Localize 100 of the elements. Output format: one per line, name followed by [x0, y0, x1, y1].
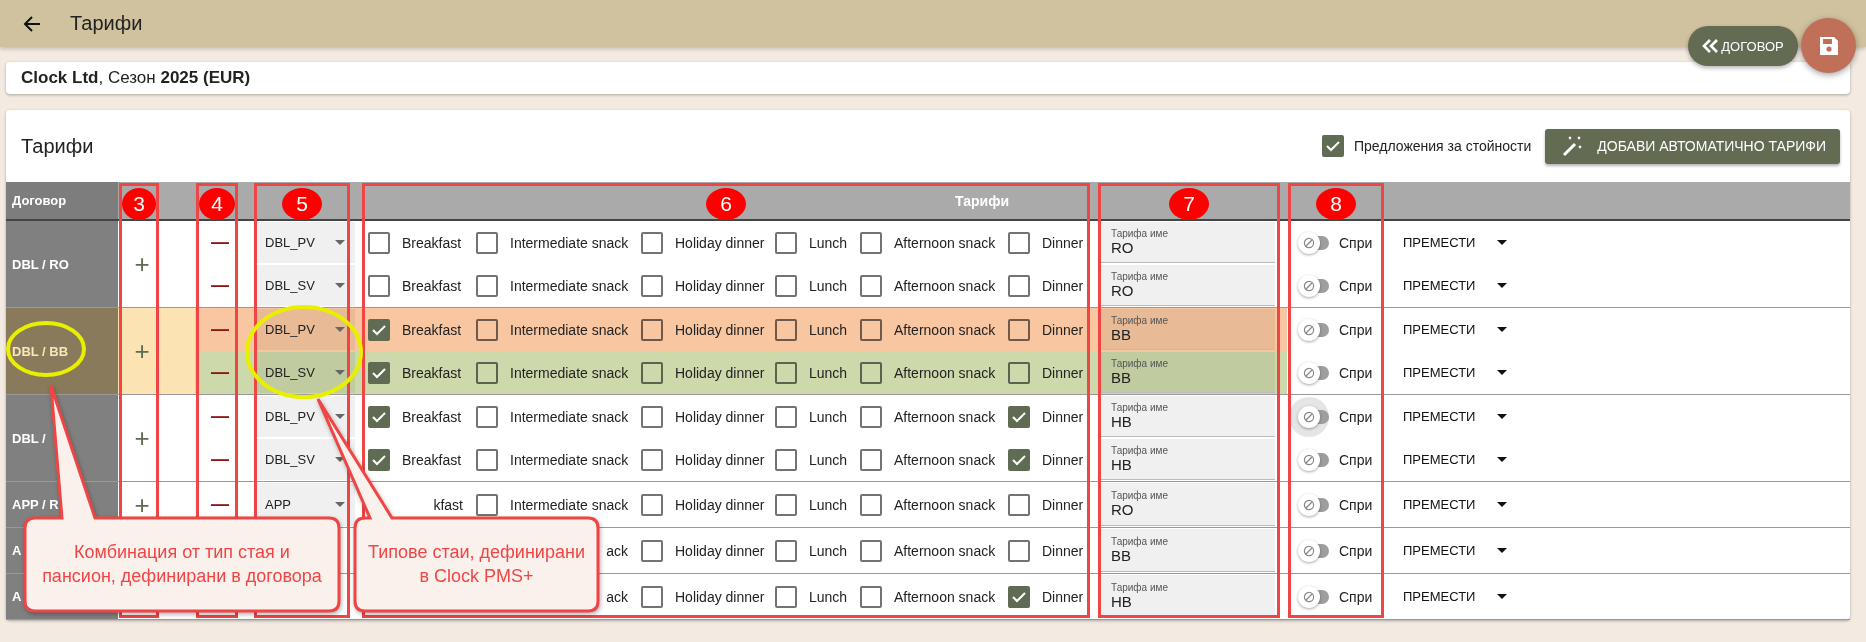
- remove-button[interactable]: —: [211, 406, 229, 427]
- remove-button[interactable]: —: [211, 319, 229, 340]
- auto-rates-button[interactable]: ДОБАВИ АВТОМАТИЧНО ТАРИФИ: [1545, 128, 1840, 164]
- checkbox-label: Breakfast: [402, 364, 462, 381]
- move-dropdown[interactable]: ПРЕМЕСТИ: [1403, 231, 1508, 254]
- remove-button[interactable]: —: [211, 275, 229, 296]
- rate-name-field[interactable]: Тарифа име BB: [1101, 352, 1275, 393]
- checkbox-label: Intermediate snack: [510, 321, 629, 338]
- move-dropdown[interactable]: ПРЕМЕСТИ: [1403, 493, 1508, 516]
- checkbox[interactable]: [1008, 539, 1030, 562]
- checkbox-label: Dinner: [1042, 588, 1084, 605]
- checkbox[interactable]: [368, 231, 390, 254]
- checkbox[interactable]: [860, 539, 882, 562]
- checkbox[interactable]: [1008, 448, 1030, 471]
- checkbox[interactable]: [1008, 274, 1030, 297]
- remove-button[interactable]: —: [211, 232, 229, 253]
- remove-button[interactable]: —: [211, 494, 229, 515]
- blocked-icon: [1303, 498, 1315, 511]
- checkbox[interactable]: [368, 274, 390, 297]
- field-label: Тарифа име: [1111, 445, 1169, 456]
- checkbox[interactable]: [641, 585, 663, 608]
- checkbox[interactable]: [641, 231, 663, 254]
- checkbox[interactable]: [476, 448, 498, 471]
- rate-name-field[interactable]: Тарифа име RO: [1101, 222, 1275, 263]
- checkbox[interactable]: [641, 405, 663, 428]
- checkbox[interactable]: [476, 405, 498, 428]
- caret-icon: [1497, 283, 1508, 288]
- field-label: Тарифа име: [1111, 490, 1169, 501]
- checkbox[interactable]: [860, 361, 882, 384]
- caret-icon: [335, 283, 345, 288]
- checkbox[interactable]: [641, 361, 663, 384]
- checkbox[interactable]: [860, 493, 882, 516]
- checkbox[interactable]: [1008, 585, 1030, 608]
- checkbox[interactable]: [775, 231, 797, 254]
- room-select[interactable]: DBL_PV: [255, 396, 355, 437]
- checkbox[interactable]: [860, 405, 882, 428]
- add-button[interactable]: +: [129, 425, 155, 451]
- callout-text: Типове стаи, дефинирани в Clock PMS+: [367, 541, 586, 588]
- room-select[interactable]: DBL_SV: [255, 352, 355, 393]
- checkbox[interactable]: [476, 361, 498, 384]
- field-value: BB: [1111, 326, 1132, 343]
- checkbox[interactable]: [775, 493, 797, 516]
- add-button[interactable]: +: [129, 491, 155, 518]
- room-select[interactable]: DBL_SV: [255, 265, 355, 306]
- add-button[interactable]: +: [129, 251, 155, 277]
- checkbox[interactable]: [641, 274, 663, 297]
- checkbox[interactable]: [860, 274, 882, 297]
- checkbox[interactable]: [641, 318, 663, 341]
- room-select[interactable]: DBL_PV: [255, 309, 355, 350]
- rate-name-field[interactable]: Тарифа име RO: [1101, 265, 1275, 306]
- checkbox[interactable]: [860, 318, 882, 341]
- checkbox[interactable]: [368, 405, 390, 428]
- checkbox[interactable]: [476, 493, 498, 516]
- checkbox[interactable]: [775, 318, 797, 341]
- move-dropdown[interactable]: ПРЕМЕСТИ: [1403, 361, 1508, 384]
- rate-name-field[interactable]: Тарифа име BB: [1101, 309, 1275, 350]
- rate-name-field[interactable]: Тарифа име BB: [1101, 529, 1275, 572]
- remove-button[interactable]: —: [211, 362, 229, 383]
- rate-name-field[interactable]: Тарифа име HB: [1101, 575, 1275, 618]
- checkbox[interactable]: [641, 448, 663, 471]
- checkbox[interactable]: [368, 318, 390, 341]
- checkbox[interactable]: [1008, 405, 1030, 428]
- rate-name-field[interactable]: Тарифа име RO: [1101, 483, 1275, 526]
- checkbox-label: Afternoon snack: [894, 321, 996, 338]
- checkbox[interactable]: [860, 585, 882, 608]
- checkbox[interactable]: [1008, 493, 1030, 516]
- move-dropdown[interactable]: ПРЕМЕСТИ: [1403, 539, 1508, 562]
- checkbox[interactable]: [476, 231, 498, 254]
- checkbox[interactable]: [476, 318, 498, 341]
- checkbox[interactable]: [860, 448, 882, 471]
- checkbox-label: Lunch: [809, 408, 848, 425]
- add-button[interactable]: +: [129, 338, 155, 364]
- move-dropdown[interactable]: ПРЕМЕСТИ: [1403, 448, 1508, 471]
- checkbox[interactable]: [1321, 135, 1344, 157]
- checkbox[interactable]: [476, 274, 498, 297]
- move-dropdown[interactable]: ПРЕМЕСТИ: [1403, 318, 1508, 341]
- checkbox[interactable]: [641, 539, 663, 562]
- checkbox[interactable]: [368, 361, 390, 384]
- checkbox[interactable]: [775, 539, 797, 562]
- rate-name-field[interactable]: Тарифа име HB: [1101, 439, 1275, 480]
- checkbox[interactable]: [1008, 361, 1030, 384]
- move-dropdown[interactable]: ПРЕМЕСТИ: [1403, 405, 1508, 428]
- checkbox[interactable]: [1008, 231, 1030, 254]
- checkbox[interactable]: [368, 448, 390, 471]
- remove-button[interactable]: —: [211, 449, 229, 470]
- checkbox[interactable]: [775, 361, 797, 384]
- room-select[interactable]: DBL_PV: [255, 222, 355, 263]
- move-dropdown[interactable]: ПРЕМЕСТИ: [1403, 274, 1508, 297]
- contract-button[interactable]: ДОГОВОР: [1688, 26, 1798, 66]
- checkbox[interactable]: [860, 231, 882, 254]
- checkbox[interactable]: [641, 493, 663, 516]
- move-dropdown[interactable]: ПРЕМЕСТИ: [1403, 585, 1508, 608]
- checkbox[interactable]: [775, 274, 797, 297]
- checkbox[interactable]: [775, 585, 797, 608]
- rate-name-field[interactable]: Тарифа име HB: [1101, 396, 1275, 437]
- checkbox[interactable]: [775, 405, 797, 428]
- checkbox[interactable]: [1008, 318, 1030, 341]
- checkbox[interactable]: [775, 448, 797, 471]
- toggle-switch[interactable]: [1289, 396, 1329, 437]
- checkbox-label: Lunch: [809, 234, 848, 251]
